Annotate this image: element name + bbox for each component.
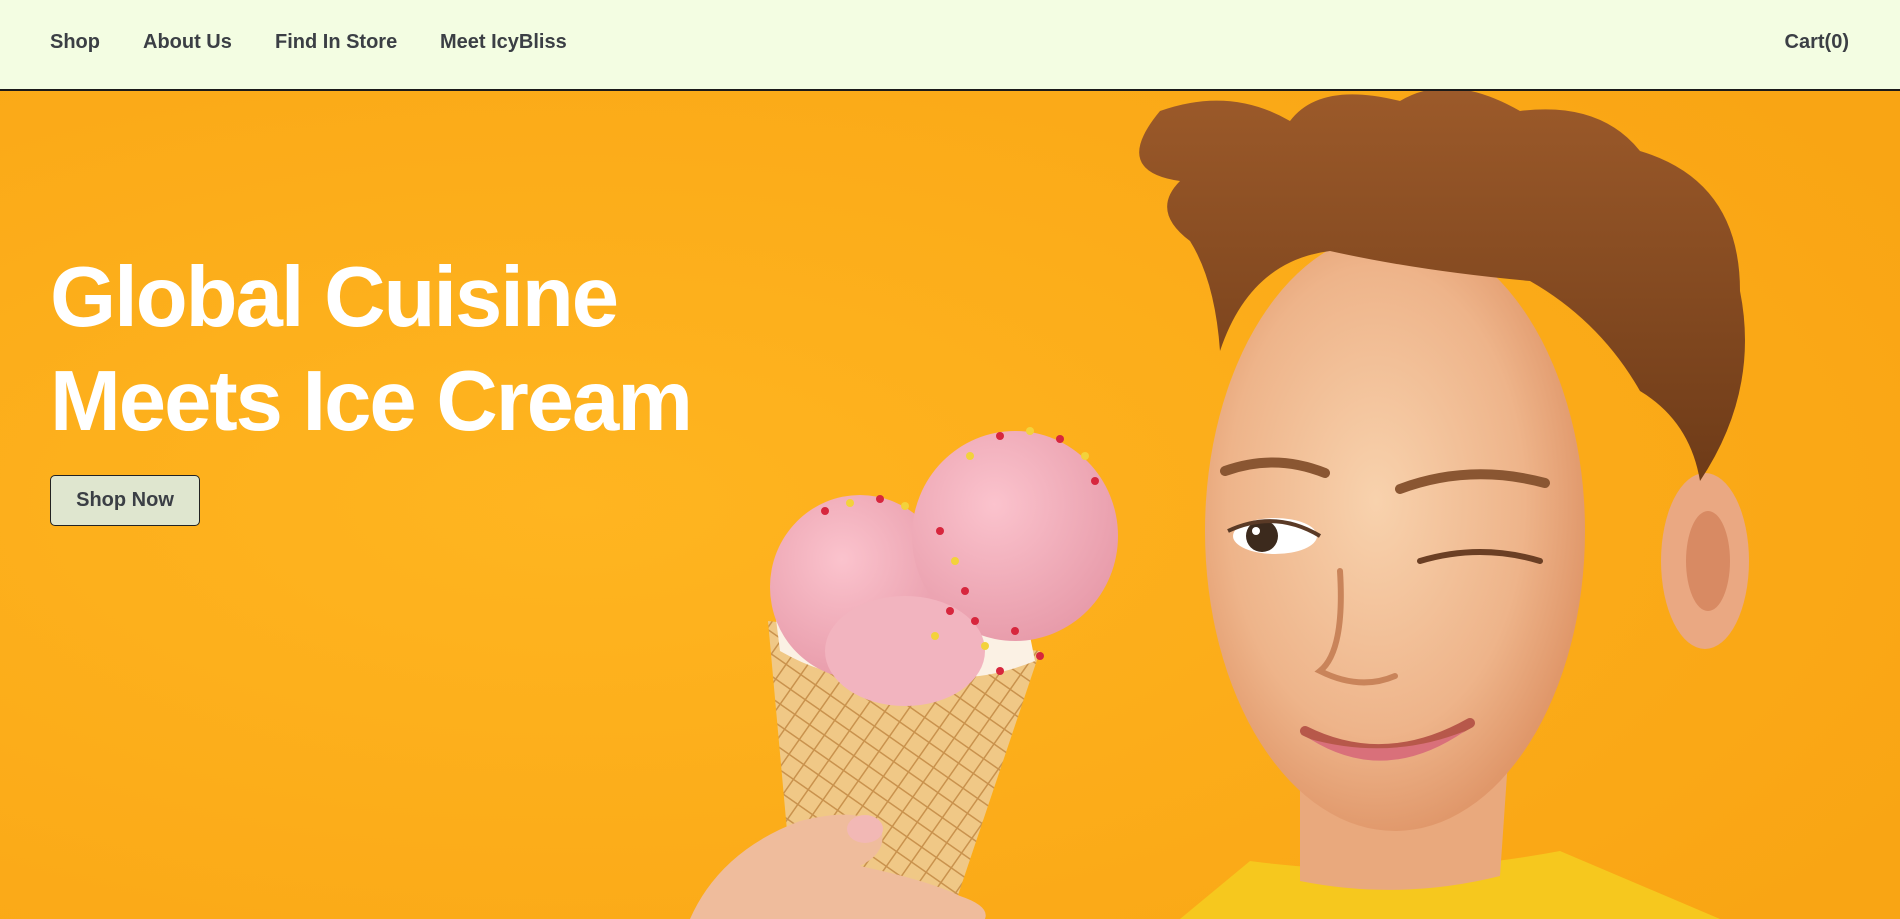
hero-title-line-1: Global Cuisine xyxy=(50,250,619,345)
hero-title: Global Cuisine Meets Ice Cream xyxy=(50,246,693,454)
site-header: Shop About Us Find In Store Meet IcyBlis… xyxy=(0,0,1900,91)
nav-about-us-link[interactable]: About Us xyxy=(143,31,232,54)
hero-banner: Global Cuisine Meets Ice Cream Shop Now xyxy=(0,91,1900,919)
cart-link[interactable]: Cart(0) xyxy=(1785,31,1849,54)
nav-shop-link[interactable]: Shop xyxy=(50,31,100,54)
shop-now-button[interactable]: Shop Now xyxy=(50,475,200,526)
hero-image xyxy=(0,91,1900,919)
hero-title-line-2: Meets Ice Cream xyxy=(50,354,693,449)
nav-find-in-store-link[interactable]: Find In Store xyxy=(275,31,397,54)
nav-meet-icybliss-link[interactable]: Meet IcyBliss xyxy=(440,31,567,54)
